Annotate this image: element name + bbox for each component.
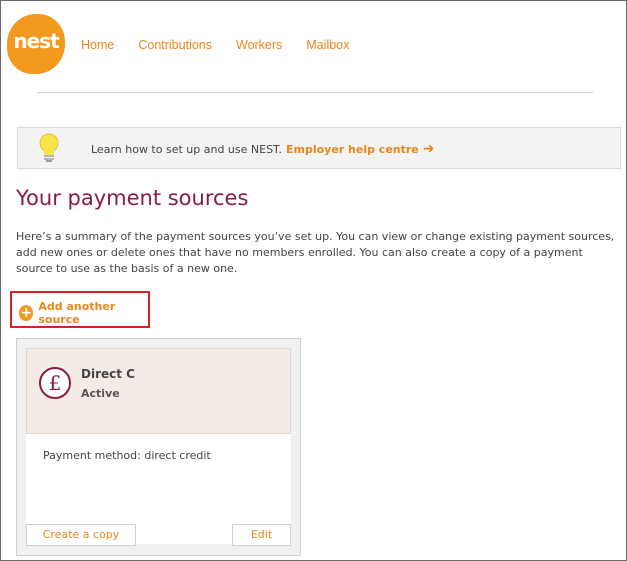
page-frame: nest Home Contributions Workers Mailbox … xyxy=(0,0,627,561)
lightbulb-icon xyxy=(38,133,60,167)
pound-icon: £ xyxy=(39,367,71,399)
nav-workers[interactable]: Workers xyxy=(236,38,282,52)
main-nav: Home Contributions Workers Mailbox xyxy=(81,38,349,52)
add-source-highlight: + Add another source xyxy=(10,291,150,328)
payment-method: Payment method: direct credit xyxy=(43,449,211,462)
help-message: Learn how to set up and use NEST. Employ… xyxy=(91,141,435,157)
page-intro: Here’s a summary of the payment sources … xyxy=(16,230,615,275)
payment-source-name: Direct C xyxy=(81,367,135,381)
nest-logo[interactable]: nest xyxy=(7,14,65,74)
help-text: Learn how to set up and use NEST. xyxy=(91,142,282,156)
nav-mailbox[interactable]: Mailbox xyxy=(306,38,349,52)
help-banner: Learn how to set up and use NEST. Employ… xyxy=(17,127,621,169)
add-source-label: Add another source xyxy=(38,300,116,326)
nav-home[interactable]: Home xyxy=(81,38,114,52)
edit-button[interactable]: Edit xyxy=(232,524,291,546)
plus-circle-icon: + xyxy=(19,305,34,321)
payment-source-status: Active xyxy=(81,387,120,400)
payment-source-card: £ Direct C Active Payment method: direct… xyxy=(16,338,301,556)
nav-divider xyxy=(37,92,593,93)
payment-source-header: £ Direct C Active xyxy=(26,348,291,434)
logo-text: nest xyxy=(13,29,59,53)
create-copy-button[interactable]: Create a copy xyxy=(26,524,136,546)
nav-contributions[interactable]: Contributions xyxy=(138,38,212,52)
page-title: Your payment sources xyxy=(16,186,249,210)
arrow-right-icon: ➜ xyxy=(422,141,435,157)
employer-help-centre-link[interactable]: Employer help centre xyxy=(286,143,419,156)
add-another-source-button[interactable]: + Add another source xyxy=(19,300,148,326)
